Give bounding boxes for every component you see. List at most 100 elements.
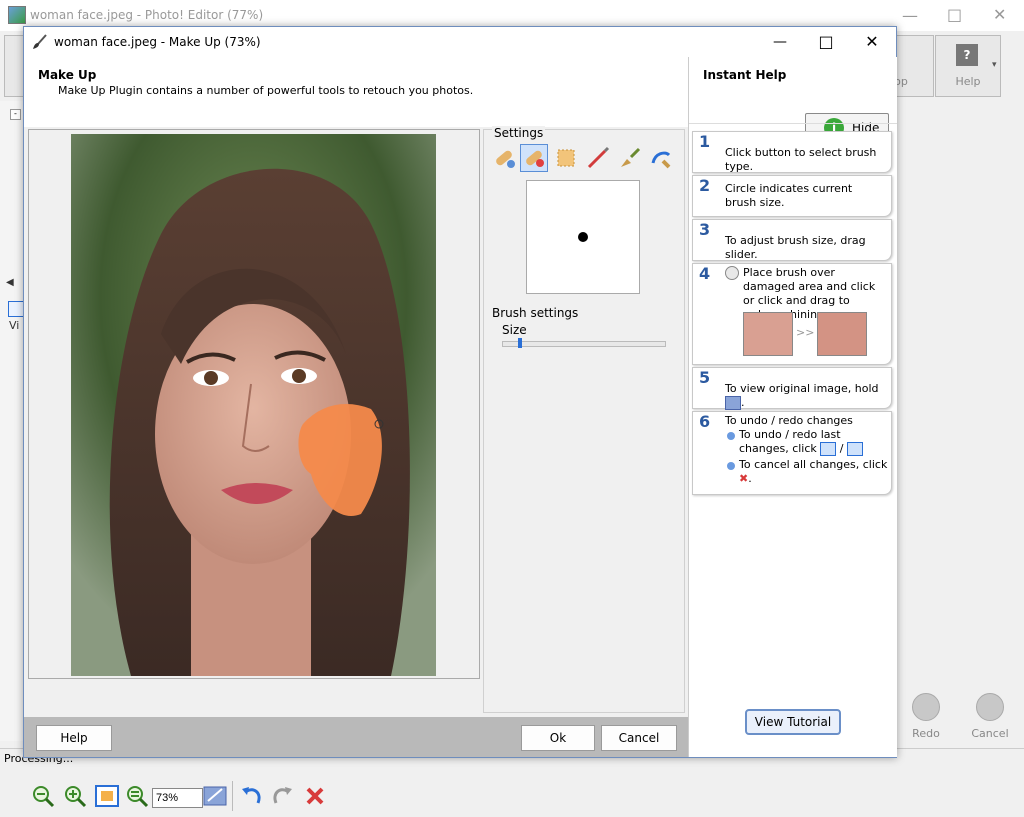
step-3-text: To adjust brush size, drag slider. — [725, 234, 866, 261]
zoom-input[interactable] — [152, 788, 203, 808]
actual-size-icon[interactable] — [124, 783, 150, 809]
view-icon[interactable] — [8, 301, 24, 317]
help-step-4: 4 Place brush over damaged area and clic… — [692, 263, 892, 365]
instant-help-title: Instant Help — [703, 68, 787, 82]
cancel-button[interactable]: Cancel — [601, 725, 677, 751]
background-redo-button[interactable]: Redo — [896, 693, 956, 740]
photo-canvas[interactable] — [71, 134, 436, 676]
step-3-number: 3 — [699, 220, 711, 239]
dialog-title: woman face.jpeg - Make Up (73%) — [54, 35, 261, 49]
before-after-separator: >> — [796, 326, 815, 339]
step-2-number: 2 — [699, 176, 711, 195]
maximize-icon[interactable]: □ — [806, 31, 846, 53]
background-minimize-icon[interactable]: — — [902, 6, 918, 25]
help-divider — [689, 123, 897, 124]
preview-toolbar — [24, 777, 488, 817]
step-6-bullet-2: To cancel all changes, click ✖. — [739, 458, 889, 486]
help-step-2: 2 Circle indicates current brush size. — [692, 175, 892, 217]
help-step-3: 3 To adjust brush size, drag slider. — [692, 219, 892, 261]
bullet-icon — [727, 432, 735, 440]
toolbar-divider — [232, 781, 233, 811]
background-close-icon[interactable]: ✕ — [993, 5, 1006, 24]
size-slider-thumb[interactable] — [518, 338, 523, 348]
redo-small-icon — [847, 442, 864, 456]
view-tutorial-button[interactable]: View Tutorial — [745, 709, 841, 735]
make-up-dialog: woman face.jpeg - Make Up (73%) — □ ✕ Ma… — [23, 26, 897, 811]
view-original-icon[interactable] — [202, 783, 228, 809]
background-redo-label: Redo — [912, 727, 940, 740]
help-book-icon: ? — [956, 44, 978, 66]
step-6-end: . — [748, 472, 752, 485]
size-slider-track[interactable] — [502, 341, 666, 347]
redo-icon — [912, 693, 940, 721]
step-6-bullet-1: To undo / redo last changes, click / — [739, 428, 889, 456]
background-help-button[interactable]: ? ▾ Help — [935, 35, 1001, 97]
brush-size-preview — [526, 180, 640, 294]
plugin-title: Make Up — [38, 68, 97, 82]
view-original-small-icon — [725, 396, 741, 410]
work-area: Settings Brush settings Size 73% — [24, 126, 688, 811]
brush-size-indicator — [578, 232, 588, 242]
ok-button[interactable]: Ok — [521, 725, 595, 751]
brush-type-2-icon[interactable] — [520, 144, 548, 172]
settings-title: Settings — [492, 126, 546, 140]
step-2-text: Circle indicates current brush size. — [725, 182, 853, 209]
step-6-separator: / — [839, 442, 844, 455]
background-maximize-icon[interactable]: □ — [947, 5, 962, 24]
undo-icon[interactable] — [238, 783, 264, 809]
step-4-number: 4 — [699, 264, 711, 283]
minimize-icon[interactable]: — — [760, 31, 800, 53]
step-6-number: 6 — [699, 412, 711, 431]
redo-icon[interactable] — [270, 783, 296, 809]
background-help-label: Help — [955, 75, 981, 88]
plugin-description: Make Up Plugin contains a number of powe… — [58, 84, 474, 97]
help-step-6: 6 To undo / redo changes To undo / redo … — [692, 411, 892, 495]
help-button[interactable]: Help — [36, 725, 112, 751]
photo-editor-app-icon — [8, 6, 26, 24]
step-5-text: To view original image, hold . — [725, 382, 891, 410]
background-left-panel: - ◀ Vi — [0, 101, 25, 741]
background-right-panel: Redo Cancel — [896, 101, 1024, 741]
zoom-in-icon[interactable] — [62, 783, 88, 809]
step-5-text-end: . — [741, 396, 745, 409]
brush-type-4-icon[interactable] — [584, 144, 612, 172]
help-step-1: 1 Click button to select brush type. — [692, 131, 892, 173]
brush-type-1-icon[interactable] — [490, 144, 518, 172]
size-label: Size — [502, 323, 527, 337]
bullet-icon — [727, 462, 735, 470]
settings-panel: Settings Brush settings Size — [483, 126, 685, 713]
close-icon[interactable]: ✕ — [852, 31, 892, 53]
collapse-icon[interactable]: - — [10, 109, 21, 120]
fit-to-window-icon[interactable] — [94, 783, 120, 809]
cancel-all-icon[interactable] — [302, 783, 328, 809]
brush-settings-label: Brush settings — [492, 306, 579, 320]
undo-small-icon — [820, 442, 837, 456]
scroll-left-icon[interactable]: ◀ — [6, 277, 14, 288]
before-image — [743, 312, 793, 356]
image-preview-panel[interactable] — [28, 129, 480, 679]
brush-type-3-icon[interactable] — [552, 144, 580, 172]
brush-cursor-icon — [725, 266, 739, 280]
step-1-text: Click button to select brush type. — [725, 146, 877, 173]
dialog-footer: Help Ok Cancel — [24, 717, 688, 757]
after-image — [817, 312, 867, 356]
step-6-text: To undo / redo changes — [725, 414, 853, 427]
help-step-5: 5 To view original image, hold . — [692, 367, 892, 410]
zoom-out-icon[interactable] — [30, 783, 56, 809]
brush-type-6-icon[interactable] — [648, 144, 676, 172]
step-5-number: 5 — [699, 368, 711, 387]
step-6-bullet-2-text: To cancel all changes, click — [739, 458, 888, 471]
dialog-header: Make Up Make Up Plugin contains a number… — [24, 57, 688, 128]
cancel-circle-icon — [976, 693, 1004, 721]
cancel-small-icon: ✖ — [739, 472, 749, 485]
background-cancel-label: Cancel — [971, 727, 1009, 740]
step-1-number: 1 — [699, 132, 711, 151]
left-panel-tab-label: Vi — [9, 319, 20, 332]
brush-type-5-icon[interactable] — [616, 144, 644, 172]
background-window-title: woman face.jpeg - Photo! Editor (77%) — [30, 8, 264, 22]
brush-icon — [33, 34, 47, 49]
background-cancel-button[interactable]: Cancel — [960, 693, 1020, 740]
help-dropdown-icon[interactable]: ▾ — [992, 60, 997, 70]
dialog-title-bar: woman face.jpeg - Make Up (73%) — □ ✕ — [24, 27, 896, 57]
instant-help-panel: Instant Help i Hide 1 Click button to se… — [688, 57, 897, 757]
